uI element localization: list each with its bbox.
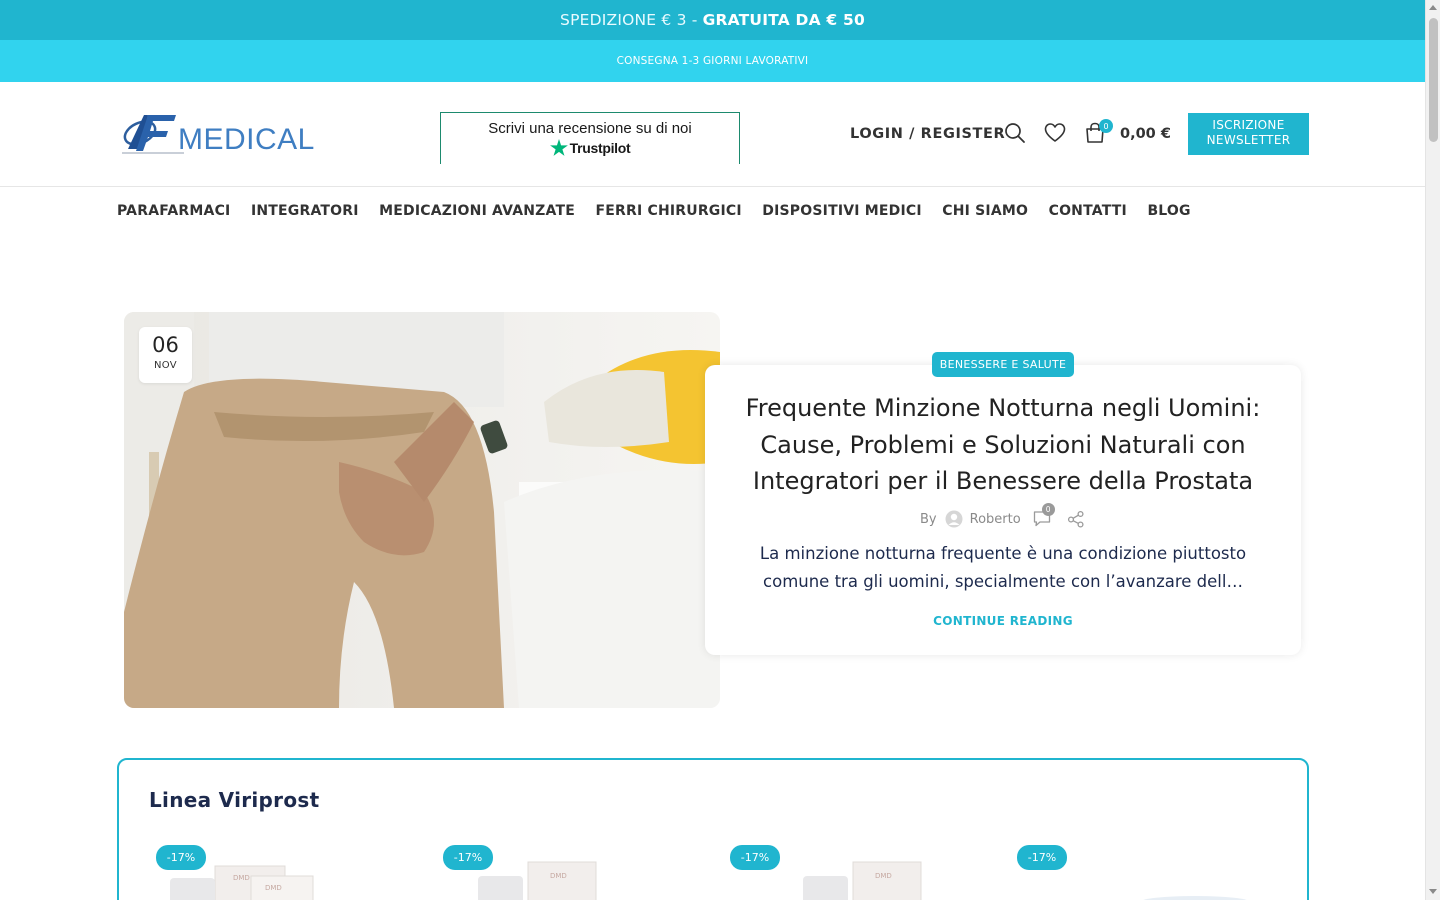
trustpilot-brand: Trustpilot — [549, 139, 631, 156]
comment-count-badge: 0 — [1041, 503, 1055, 516]
delivery-banner: CONSEGNA 1-3 GIORNI LAVORATIVI — [0, 40, 1425, 82]
shipping-banner: SPEDIZIONE € 3 - GRATUITA DA € 50 — [0, 0, 1425, 40]
post-category-badge[interactable]: BENESSERE E SALUTE — [932, 352, 1074, 377]
post-date-day: 06 — [152, 333, 179, 357]
scroll-down-arrow[interactable] — [1429, 889, 1437, 894]
share-icon[interactable] — [1067, 510, 1085, 528]
heart-icon[interactable] — [1044, 122, 1066, 144]
nav-item-integratori[interactable]: INTEGRATORI — [251, 203, 359, 219]
discount-badge: -17% — [730, 845, 780, 870]
site-header: MEDICAL Scrivi una recensione su di noi … — [0, 82, 1425, 187]
post-date-month: NOV — [154, 360, 177, 371]
newsletter-button[interactable]: ISCRIZIONE NEWSLETTER — [1188, 113, 1309, 155]
nav-item-chi-siamo[interactable]: CHI SIAMO — [942, 203, 1028, 219]
main-nav: PARAFARMACI INTEGRATORI MEDICAZIONI AVAN… — [117, 203, 1211, 219]
post-by-label: By — [920, 511, 937, 527]
discount-badge: -17% — [1017, 845, 1067, 870]
continue-reading-link[interactable]: CONTINUE READING — [903, 614, 1103, 628]
nav-item-medicazioni-avanzate[interactable]: MEDICAZIONI AVANZATE — [379, 203, 575, 219]
viriprost-section-title: Linea Viriprost — [149, 788, 320, 812]
product-image[interactable] — [1130, 858, 1260, 900]
shipping-free-text: GRATUITA DA € 50 — [702, 11, 865, 29]
discount-badge: -17% — [443, 845, 493, 870]
page-scrollbar[interactable] — [1425, 0, 1440, 900]
comments-link[interactable]: 0 — [1033, 503, 1055, 528]
post-featured-image[interactable] — [124, 312, 720, 708]
svg-text:DMD: DMD — [550, 872, 567, 880]
login-register-link[interactable]: LOGIN / REGISTER — [850, 126, 1005, 142]
trustpilot-star-icon — [549, 139, 568, 156]
nav-item-parafarmaci[interactable]: PARAFARMACI — [117, 203, 230, 219]
trustpilot-brand-label: Trustpilot — [569, 139, 631, 156]
site-logo[interactable]: MEDICAL — [118, 109, 315, 159]
post-meta: By Roberto 0 — [920, 503, 1085, 529]
trustpilot-text: Scrivi una recensione su di noi — [488, 120, 692, 137]
newsletter-label-line1: ISCRIZIONE — [1212, 118, 1285, 132]
cart-total[interactable]: 0,00 € — [1120, 126, 1171, 142]
nav-item-contatti[interactable]: CONTATTI — [1049, 203, 1127, 219]
svg-text:DMD: DMD — [233, 874, 250, 882]
post-date-badge: 06 NOV — [139, 327, 192, 383]
author-avatar-icon — [945, 510, 963, 528]
delivery-text: CONSEGNA 1-3 GIORNI LAVORATIVI — [616, 55, 809, 67]
nav-item-dispositivi-medici[interactable]: DISPOSITIVI MEDICI — [762, 203, 921, 219]
shipping-text: SPEDIZIONE € 3 - — [560, 11, 698, 29]
post-excerpt: La minzione notturna frequente è una con… — [759, 544, 1247, 591]
post-author[interactable]: Roberto — [970, 512, 1021, 527]
nav-item-blog[interactable]: BLOG — [1147, 203, 1190, 219]
newsletter-label-line2: NEWSLETTER — [1206, 133, 1291, 147]
trustpilot-widget[interactable]: Scrivi una recensione su di noi Trustpil… — [440, 112, 740, 164]
cart-count-badge: 0 — [1099, 119, 1113, 133]
scrollbar-thumb[interactable] — [1429, 18, 1438, 142]
discount-badge: -17% — [156, 845, 206, 870]
product-image[interactable]: DMD — [795, 858, 935, 900]
post-title[interactable]: Frequente Minzione Notturna negli Uomini… — [730, 390, 1276, 500]
nav-item-ferri-chirurgici[interactable]: FERRI CHIRURGICI — [596, 203, 742, 219]
scroll-up-arrow[interactable] — [1429, 5, 1437, 10]
search-icon[interactable] — [1004, 122, 1026, 144]
svg-text:DMD: DMD — [875, 872, 892, 880]
logo-text: MEDICAL — [178, 123, 315, 156]
svg-text:DMD: DMD — [265, 884, 282, 892]
